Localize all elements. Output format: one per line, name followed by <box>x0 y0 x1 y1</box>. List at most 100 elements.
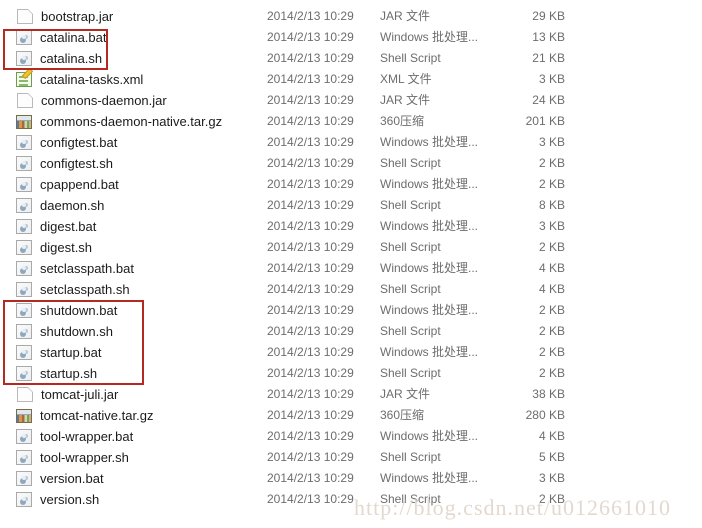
file-row[interactable]: shutdown.bat 2014/2/13 10:29 Windows 批处理..… <box>0 300 702 321</box>
file-date-cell: 2014/2/13 10:29 <box>267 240 354 254</box>
file-size-cell: 3 KB <box>538 72 565 86</box>
file-type-cell: XML 文件 <box>380 72 432 86</box>
file-row[interactable]: daemon.sh 2014/2/13 10:29 Shell Script 8 KB <box>0 195 702 216</box>
file-name-cell[interactable]: startup.bat <box>16 342 101 363</box>
file-name-label: shutdown.bat <box>40 303 118 318</box>
file-date-cell: 2014/2/13 10:29 <box>267 429 354 443</box>
file-name-cell[interactable]: configtest.bat <box>16 132 117 153</box>
file-row[interactable]: tomcat-native.tar.gz 2014/2/13 10:29 360压缩… <box>0 405 702 426</box>
file-name-cell[interactable]: shutdown.bat <box>16 300 117 321</box>
file-row[interactable]: tool-wrapper.bat 2014/2/13 10:29 Windows 批… <box>0 426 702 447</box>
file-size-cell: 38 KB <box>532 387 565 401</box>
file-date-cell: 2014/2/13 10:29 <box>267 366 354 380</box>
file-size-cell: 2 KB <box>538 303 565 317</box>
file-size-cell: 2 KB <box>538 366 565 380</box>
file-name-label: configtest.bat <box>40 135 118 150</box>
file-name-label: cpappend.bat <box>40 177 119 192</box>
file-size-cell: 2 KB <box>538 177 565 191</box>
file-name-cell[interactable]: digest.bat <box>16 216 96 237</box>
file-name-cell[interactable]: setclasspath.bat <box>16 258 134 279</box>
file-name-cell[interactable]: catalina.bat <box>16 27 107 48</box>
file-list[interactable]: bootstrap.jar 2014/2/13 10:29 JAR 文件 29 KB c… <box>0 0 702 528</box>
file-name-cell[interactable]: digest.sh <box>16 237 92 258</box>
file-date-cell: 2014/2/13 10:29 <box>267 324 354 338</box>
file-name-cell[interactable]: commons-daemon.jar <box>16 90 167 111</box>
file-row[interactable]: shutdown.sh 2014/2/13 10:29 Shell Script 2 … <box>0 321 702 342</box>
file-row[interactable]: tomcat-juli.jar 2014/2/13 10:29 JAR 文件 38 K… <box>0 384 702 405</box>
script-icon <box>16 156 32 171</box>
file-row[interactable]: version.bat 2014/2/13 10:29 Windows 批处理...… <box>0 468 702 489</box>
script-icon <box>16 471 32 486</box>
file-name-label: version.bat <box>40 471 104 486</box>
file-name-cell[interactable]: tomcat-juli.jar <box>16 384 118 405</box>
file-name-label: catalina-tasks.xml <box>40 72 144 87</box>
file-row[interactable]: digest.bat 2014/2/13 10:29 Windows 批处理... 3… <box>0 216 702 237</box>
script-icon <box>16 219 32 234</box>
file-name-cell[interactable]: tool-wrapper.bat <box>16 426 133 447</box>
file-row[interactable]: commons-daemon-native.tar.gz 2014/2/13 10… <box>0 111 702 132</box>
file-name-label: version.sh <box>40 492 100 507</box>
file-name-cell[interactable]: setclasspath.sh <box>16 279 130 300</box>
file-date-cell: 2014/2/13 10:29 <box>267 156 354 170</box>
file-size-cell: 201 KB <box>525 114 565 128</box>
file-date-cell: 2014/2/13 10:29 <box>267 114 354 128</box>
file-row[interactable]: bootstrap.jar 2014/2/13 10:29 JAR 文件 29 KB <box>0 6 702 27</box>
file-name-cell[interactable]: catalina-tasks.xml <box>16 69 143 90</box>
script-icon <box>16 324 32 339</box>
file-date-cell: 2014/2/13 10:29 <box>267 345 354 359</box>
file-name-cell[interactable]: tomcat-native.tar.gz <box>16 405 153 426</box>
file-name-cell[interactable]: catalina.sh <box>16 48 102 69</box>
file-name-label: digest.bat <box>40 219 97 234</box>
file-name-label: tool-wrapper.bat <box>40 429 134 444</box>
file-row[interactable]: catalina.bat 2014/2/13 10:29 Windows 批处理..… <box>0 27 702 48</box>
file-date-cell: 2014/2/13 10:29 <box>267 303 354 317</box>
file-type-cell: Windows 批处理... <box>380 345 479 359</box>
file-name-label: digest.sh <box>40 240 93 255</box>
file-name-cell[interactable]: cpappend.bat <box>16 174 119 195</box>
file-size-cell: 3 KB <box>538 219 565 233</box>
csdn-watermark: http://blog.csdn.net/u012661010 <box>354 495 671 520</box>
file-type-cell: Shell Script <box>380 198 441 212</box>
script-icon <box>16 198 32 213</box>
file-name-cell[interactable]: shutdown.sh <box>16 321 113 342</box>
file-date-cell: 2014/2/13 10:29 <box>267 471 354 485</box>
script-icon <box>16 366 32 381</box>
file-row[interactable]: setclasspath.sh 2014/2/13 10:29 Shell Scri… <box>0 279 702 300</box>
file-name-label: tomcat-juli.jar <box>41 387 119 402</box>
file-name-cell[interactable]: tool-wrapper.sh <box>16 447 129 468</box>
file-row[interactable]: configtest.sh 2014/2/13 10:29 Shell Script… <box>0 153 702 174</box>
file-row[interactable]: catalina-tasks.xml 2014/2/13 10:29 XML 文件 3… <box>0 69 702 90</box>
file-name-cell[interactable]: daemon.sh <box>16 195 104 216</box>
file-row[interactable]: startup.bat 2014/2/13 10:29 Windows 批处理...… <box>0 342 702 363</box>
file-type-cell: JAR 文件 <box>380 387 431 401</box>
file-type-cell: JAR 文件 <box>380 93 431 107</box>
file-row[interactable]: startup.sh 2014/2/13 10:29 Shell Script 2 K… <box>0 363 702 384</box>
file-name-label: commons-daemon-native.tar.gz <box>40 114 223 129</box>
file-row[interactable]: setclasspath.bat 2014/2/13 10:29 Windows 批… <box>0 258 702 279</box>
archive-icon <box>16 115 32 129</box>
file-row[interactable]: catalina.sh 2014/2/13 10:29 Shell Script 21… <box>0 48 702 69</box>
file-type-cell: Windows 批处理... <box>380 135 479 149</box>
file-size-cell: 280 KB <box>525 408 565 422</box>
file-size-cell: 21 KB <box>532 51 565 65</box>
file-row[interactable]: commons-daemon.jar 2014/2/13 10:29 JAR 文件 2… <box>0 90 702 111</box>
file-name-cell[interactable]: configtest.sh <box>16 153 113 174</box>
file-name-cell[interactable]: commons-daemon-native.tar.gz <box>16 111 222 132</box>
file-size-cell: 4 KB <box>538 429 565 443</box>
file-row[interactable]: cpappend.bat 2014/2/13 10:29 Windows 批处理..… <box>0 174 702 195</box>
file-name-cell[interactable]: bootstrap.jar <box>16 6 113 27</box>
file-row[interactable]: tool-wrapper.sh 2014/2/13 10:29 Shell Scri… <box>0 447 702 468</box>
file-name-label: daemon.sh <box>40 198 105 213</box>
script-icon <box>16 240 32 255</box>
file-date-cell: 2014/2/13 10:29 <box>267 408 354 422</box>
file-name-cell[interactable]: version.bat <box>16 468 104 489</box>
script-icon <box>16 51 32 66</box>
file-row[interactable]: configtest.bat 2014/2/13 10:29 Windows 批处理… <box>0 132 702 153</box>
file-size-cell: 29 KB <box>532 9 565 23</box>
file-type-cell: Windows 批处理... <box>380 30 479 44</box>
file-date-cell: 2014/2/13 10:29 <box>267 492 354 506</box>
file-name-cell[interactable]: startup.sh <box>16 363 97 384</box>
file-row[interactable]: digest.sh 2014/2/13 10:29 Shell Script 2 KB <box>0 237 702 258</box>
file-name-cell[interactable]: version.sh <box>16 489 99 510</box>
file-date-cell: 2014/2/13 10:29 <box>267 198 354 212</box>
